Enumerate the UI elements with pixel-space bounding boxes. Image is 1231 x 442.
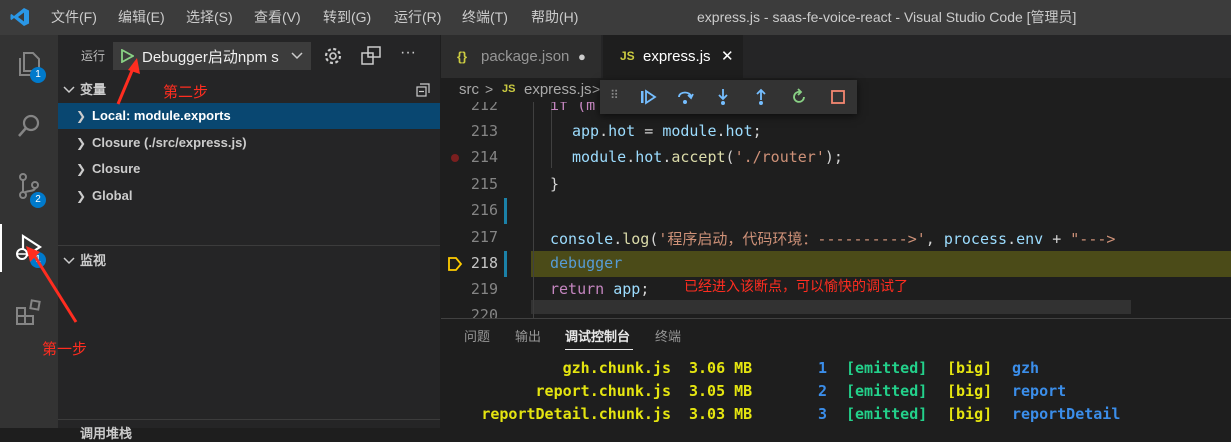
step2-arrowhead: [128, 58, 140, 74]
annotation-arrows: [26, 58, 140, 323]
step2-annotation: 第二步: [163, 84, 209, 101]
step1-annotation: 第一步: [42, 341, 88, 358]
step2-arrow: [116, 65, 136, 105]
step1-arrow: [32, 254, 78, 323]
